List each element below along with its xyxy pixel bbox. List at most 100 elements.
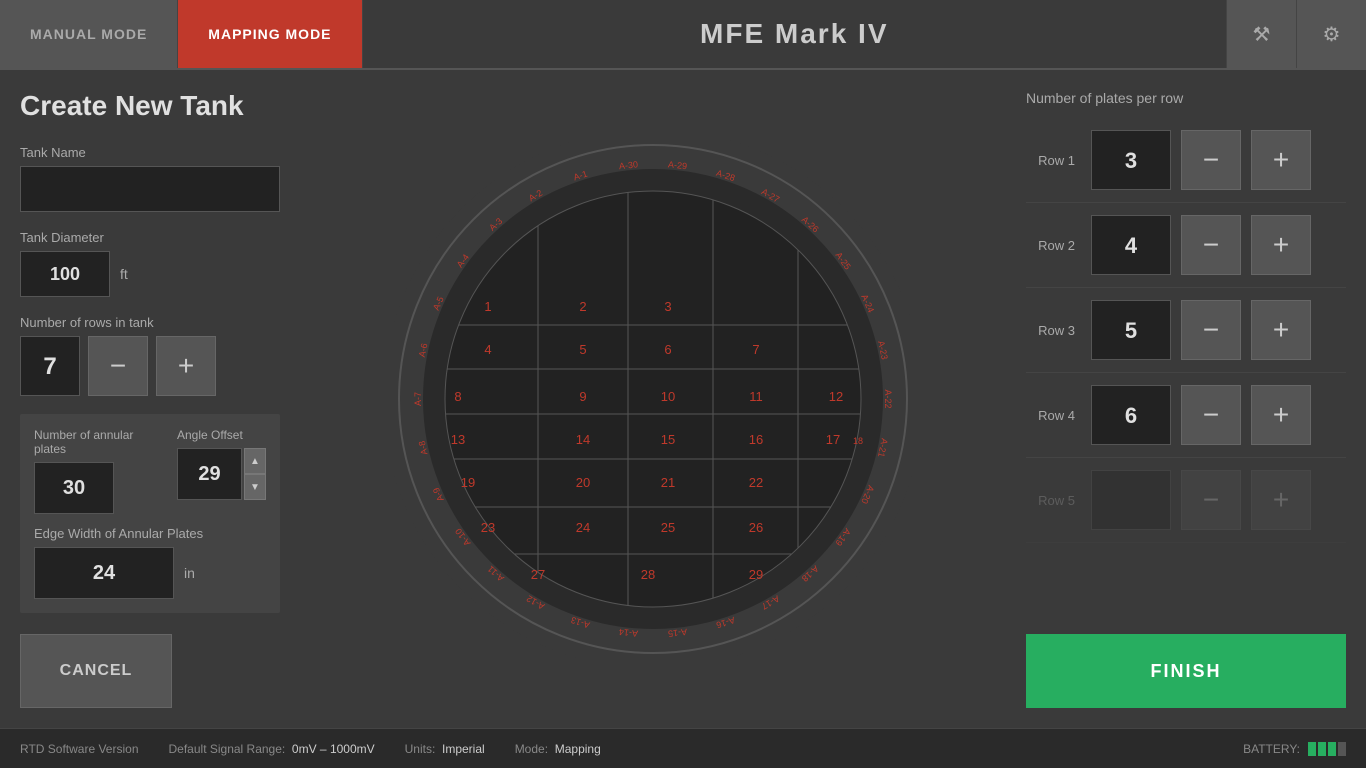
angle-input[interactable] [177, 448, 242, 500]
gear-icon-button[interactable]: ⚙ [1296, 0, 1366, 68]
tank-svg: 1 2 3 4 5 6 7 8 9 10 11 12 13 14 1 [393, 139, 913, 659]
tab-manual-mode[interactable]: MANUAL MODE [0, 0, 178, 68]
svg-text:14: 14 [576, 432, 590, 447]
tank-name-field: Tank Name [20, 145, 280, 212]
battery-bar-2 [1318, 742, 1326, 756]
row-3-value: 5 [1091, 300, 1171, 360]
svg-text:A-15: A-15 [668, 627, 688, 639]
angle-up-button[interactable]: ▲ [244, 448, 266, 474]
header-icons: ⚒ ⚙ [1226, 0, 1366, 68]
units: Units: Imperial [405, 742, 485, 756]
rows-decrement-button[interactable]: − [88, 336, 148, 396]
svg-text:9: 9 [579, 389, 586, 404]
svg-text:15: 15 [661, 432, 675, 447]
rows-increment-button[interactable]: + [156, 336, 216, 396]
svg-text:28: 28 [641, 567, 655, 582]
rows-label: Number of rows in tank [20, 315, 280, 330]
svg-text:17: 17 [826, 432, 840, 447]
svg-text:A-29: A-29 [668, 159, 688, 171]
svg-text:21: 21 [661, 475, 675, 490]
tank-name-input[interactable] [20, 166, 280, 212]
row-1-label: Row 1 [1026, 153, 1081, 168]
signal-range: Default Signal Range: 0mV – 1000mV [169, 742, 375, 756]
plates-table: Row 1 3 − + Row 2 4 − + Row 3 5 − + Row … [1026, 118, 1346, 624]
svg-text:A-22: A-22 [883, 389, 893, 408]
row-1-decrement-button[interactable]: − [1181, 130, 1241, 190]
svg-text:13: 13 [451, 432, 465, 447]
page-title: Create New Tank [20, 90, 280, 122]
row-3-decrement-button[interactable]: − [1181, 300, 1241, 360]
annular-section: Number of annular plates Angle Offset ▲ … [20, 414, 280, 613]
wrench-icon-button[interactable]: ⚒ [1226, 0, 1296, 68]
angle-down-button[interactable]: ▼ [244, 474, 266, 500]
diameter-unit: ft [120, 266, 128, 282]
plates-per-row-header: Number of plates per row [1026, 90, 1346, 106]
edge-input[interactable] [34, 547, 174, 599]
svg-text:4: 4 [484, 342, 491, 357]
svg-text:A-14: A-14 [618, 627, 638, 639]
row-1-increment-button[interactable]: + [1251, 130, 1311, 190]
rows-value: 7 [20, 336, 80, 396]
edge-section: Edge Width of Annular Plates in [34, 526, 266, 599]
row-5-value [1091, 470, 1171, 530]
plate-row-2: Row 2 4 − + [1026, 203, 1346, 288]
left-panel: Create New Tank Tank Name Tank Diameter … [20, 90, 280, 708]
svg-text:1: 1 [484, 299, 491, 314]
diameter-label: Tank Diameter [20, 230, 280, 245]
svg-text:23: 23 [481, 520, 495, 535]
diameter-input[interactable] [20, 251, 110, 297]
svg-text:6: 6 [664, 342, 671, 357]
header: MANUAL MODE MAPPING MODE MFE Mark IV ⚒ ⚙ [0, 0, 1366, 70]
angle-col: Angle Offset ▲ ▼ [177, 428, 266, 500]
row-3-increment-button[interactable]: + [1251, 300, 1311, 360]
svg-text:5: 5 [579, 342, 586, 357]
battery-label: BATTERY: [1243, 742, 1300, 756]
battery-section: BATTERY: [1243, 742, 1346, 756]
diameter-field: Tank Diameter ft [20, 230, 280, 297]
center-panel: 1 2 3 4 5 6 7 8 9 10 11 12 13 14 1 [300, 90, 1006, 708]
svg-text:19: 19 [461, 475, 475, 490]
row-5-label: Row 5 [1026, 493, 1081, 508]
row-4-value: 6 [1091, 385, 1171, 445]
row-4-increment-button[interactable]: + [1251, 385, 1311, 445]
cancel-button[interactable]: CANCEL [20, 634, 172, 708]
battery-bar-1 [1308, 742, 1316, 756]
battery-bar-4 [1338, 742, 1346, 756]
tab-mapping-mode[interactable]: MAPPING MODE [178, 0, 362, 68]
svg-text:12: 12 [829, 389, 843, 404]
signal-label: Default Signal Range: [169, 742, 286, 756]
row-2-increment-button[interactable]: + [1251, 215, 1311, 275]
svg-text:2: 2 [579, 299, 586, 314]
angle-label: Angle Offset [177, 428, 266, 442]
row-5-increment-button[interactable]: + [1251, 470, 1311, 530]
battery-icon [1308, 742, 1346, 756]
finish-button[interactable]: FINISH [1026, 634, 1346, 708]
tank-visualization: 1 2 3 4 5 6 7 8 9 10 11 12 13 14 1 [393, 139, 913, 659]
svg-text:29: 29 [749, 567, 763, 582]
app-title: MFE Mark IV [363, 0, 1226, 68]
row-1-value: 3 [1091, 130, 1171, 190]
annular-plates-col: Number of annular plates [34, 428, 161, 514]
edge-label: Edge Width of Annular Plates [34, 526, 266, 541]
svg-text:A-7: A-7 [413, 392, 423, 406]
signal-value: 0mV – 1000mV [292, 742, 375, 756]
edge-unit: in [184, 565, 195, 581]
row-2-value: 4 [1091, 215, 1171, 275]
svg-text:25: 25 [661, 520, 675, 535]
svg-text:24: 24 [576, 520, 590, 535]
row-5-decrement-button[interactable]: − [1181, 470, 1241, 530]
row-2-decrement-button[interactable]: − [1181, 215, 1241, 275]
main-content: Create New Tank Tank Name Tank Diameter … [0, 70, 1366, 728]
annular-plates-input[interactable] [34, 462, 114, 514]
mode-label: Mode: [515, 742, 548, 756]
plate-row-1: Row 1 3 − + [1026, 118, 1346, 203]
annular-label: Number of annular plates [34, 428, 161, 456]
svg-text:22: 22 [749, 475, 763, 490]
svg-text:26: 26 [749, 520, 763, 535]
mode-value: Mapping [555, 742, 601, 756]
svg-text:A-30: A-30 [618, 159, 638, 171]
right-panel: Number of plates per row Row 1 3 − + Row… [1026, 90, 1346, 708]
plate-row-4: Row 4 6 − + [1026, 373, 1346, 458]
row-2-label: Row 2 [1026, 238, 1081, 253]
row-4-decrement-button[interactable]: − [1181, 385, 1241, 445]
